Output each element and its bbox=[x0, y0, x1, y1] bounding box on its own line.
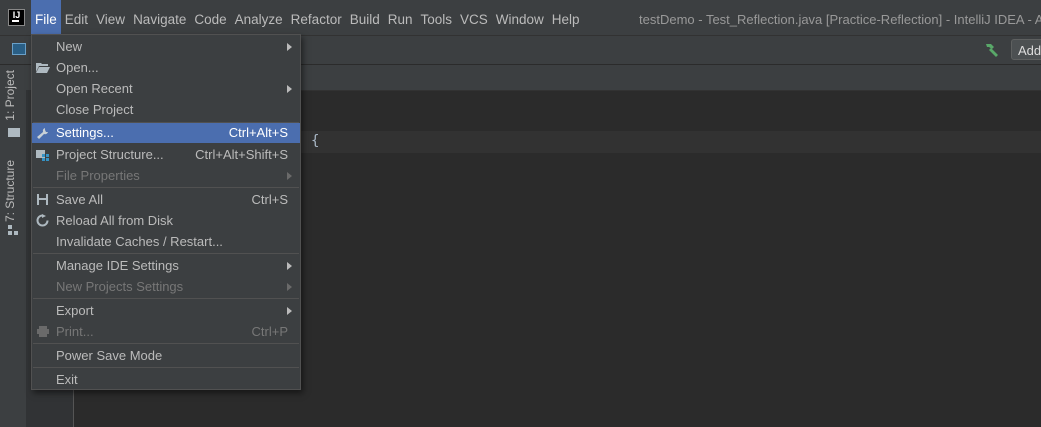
menu-item-new-projects-settings: New Projects Settings bbox=[32, 276, 300, 297]
save-icon bbox=[37, 194, 48, 205]
menu-separator bbox=[33, 187, 299, 188]
menu-help[interactable]: Help bbox=[548, 0, 584, 36]
menu-item-print: Print... Ctrl+P bbox=[32, 321, 300, 342]
menu-item-label: New Projects Settings bbox=[56, 279, 184, 294]
add-configuration-button[interactable]: Add bbox=[1011, 39, 1041, 60]
submenu-arrow-icon bbox=[287, 43, 292, 51]
menu-view[interactable]: View bbox=[92, 0, 129, 36]
menu-edit[interactable]: Edit bbox=[61, 0, 92, 36]
menu-file[interactable]: File bbox=[31, 0, 61, 36]
menu-item-shortcut: Ctrl+Alt+Shift+S bbox=[195, 147, 288, 162]
menu-separator bbox=[33, 367, 299, 368]
menu-item-close-project[interactable]: Close Project bbox=[32, 99, 300, 120]
menu-bar: IJ File Edit View Navigate Code Analyze … bbox=[0, 0, 1041, 36]
menu-build[interactable]: Build bbox=[346, 0, 384, 36]
project-structure-icon bbox=[36, 150, 49, 161]
menu-item-export[interactable]: Export bbox=[32, 300, 300, 321]
window-title: testDemo - Test_Reflection.java [Practic… bbox=[639, 12, 1041, 27]
submenu-arrow-icon bbox=[287, 262, 292, 270]
menu-item-invalidate-caches[interactable]: Invalidate Caches / Restart... bbox=[32, 231, 300, 252]
structure-tool-tab[interactable]: 7: Structure bbox=[3, 160, 23, 222]
menu-item-settings[interactable]: Settings... Ctrl+Alt+S bbox=[32, 123, 300, 143]
menu-item-project-structure[interactable]: Project Structure... Ctrl+Alt+Shift+S bbox=[32, 144, 300, 165]
menu-item-reload-all[interactable]: Reload All from Disk bbox=[32, 210, 300, 231]
menu-item-label: Power Save Mode bbox=[56, 348, 163, 363]
left-tool-strip: 1: Project 7: Structure bbox=[0, 65, 27, 427]
menu-separator bbox=[33, 298, 299, 299]
submenu-arrow-icon bbox=[287, 283, 292, 291]
menu-item-open[interactable]: Open... bbox=[32, 57, 300, 78]
menu-item-label: Open Recent bbox=[56, 81, 133, 96]
reload-icon bbox=[36, 214, 49, 227]
submenu-arrow-icon bbox=[287, 172, 292, 180]
menu-item-label: Invalidate Caches / Restart... bbox=[56, 234, 223, 249]
menu-navigate[interactable]: Navigate bbox=[129, 0, 190, 36]
menu-item-new[interactable]: New bbox=[32, 36, 300, 57]
menu-item-file-properties: File Properties bbox=[32, 165, 300, 186]
menu-run[interactable]: Run bbox=[384, 0, 417, 36]
menu-item-label: Close Project bbox=[56, 102, 134, 117]
file-menu-dropdown: New Open... Open Recent Close Project Se… bbox=[31, 34, 301, 390]
menu-separator bbox=[33, 253, 299, 254]
menu-refactor[interactable]: Refactor bbox=[287, 0, 346, 36]
menu-item-label: Print... bbox=[56, 324, 94, 339]
menu-item-label: Project Structure... bbox=[56, 147, 164, 162]
menu-item-shortcut: Ctrl+S bbox=[251, 192, 288, 207]
menu-item-label: Settings... bbox=[56, 125, 114, 140]
folder-icon[interactable] bbox=[8, 128, 20, 137]
build-hammer-icon[interactable] bbox=[982, 40, 1002, 60]
menu-analyze[interactable]: Analyze bbox=[231, 0, 287, 36]
menu-code[interactable]: Code bbox=[190, 0, 230, 36]
menu-item-manage-ide-settings[interactable]: Manage IDE Settings bbox=[32, 255, 300, 276]
menu-item-open-recent[interactable]: Open Recent bbox=[32, 78, 300, 99]
wrench-icon bbox=[37, 128, 48, 139]
project-tool-tab[interactable]: 1: Project bbox=[3, 70, 23, 121]
menu-tools[interactable]: Tools bbox=[417, 0, 457, 36]
menu-item-exit[interactable]: Exit bbox=[32, 369, 300, 390]
submenu-arrow-icon bbox=[287, 85, 292, 93]
menu-item-save-all[interactable]: Save All Ctrl+S bbox=[32, 189, 300, 210]
intellij-logo-icon: IJ bbox=[8, 9, 25, 26]
menu-item-shortcut: Ctrl+P bbox=[251, 324, 288, 339]
menu-item-label: New bbox=[56, 39, 83, 54]
menu-item-label: Reload All from Disk bbox=[56, 213, 174, 228]
project-view-icon[interactable] bbox=[12, 43, 26, 55]
structure-icon[interactable] bbox=[8, 225, 20, 237]
menu-item-power-save-mode[interactable]: Power Save Mode bbox=[32, 345, 300, 366]
menu-item-label: File Properties bbox=[56, 168, 140, 183]
submenu-arrow-icon bbox=[287, 307, 292, 315]
menu-separator bbox=[33, 343, 299, 344]
menu-item-shortcut: Ctrl+Alt+S bbox=[228, 125, 288, 140]
menu-item-label: Exit bbox=[56, 372, 78, 387]
code-text: { bbox=[311, 133, 320, 149]
menu-item-label: Save All bbox=[56, 192, 103, 207]
menu-vcs[interactable]: VCS bbox=[456, 0, 492, 36]
menu-item-label: Export bbox=[56, 303, 94, 318]
menu-window[interactable]: Window bbox=[492, 0, 548, 36]
menu-item-label: Open... bbox=[56, 60, 99, 75]
menu-item-label: Manage IDE Settings bbox=[56, 258, 179, 273]
main-menu: File Edit View Navigate Code Analyze Ref… bbox=[31, 0, 584, 36]
open-folder-icon bbox=[36, 63, 50, 73]
printer-icon bbox=[37, 326, 49, 337]
